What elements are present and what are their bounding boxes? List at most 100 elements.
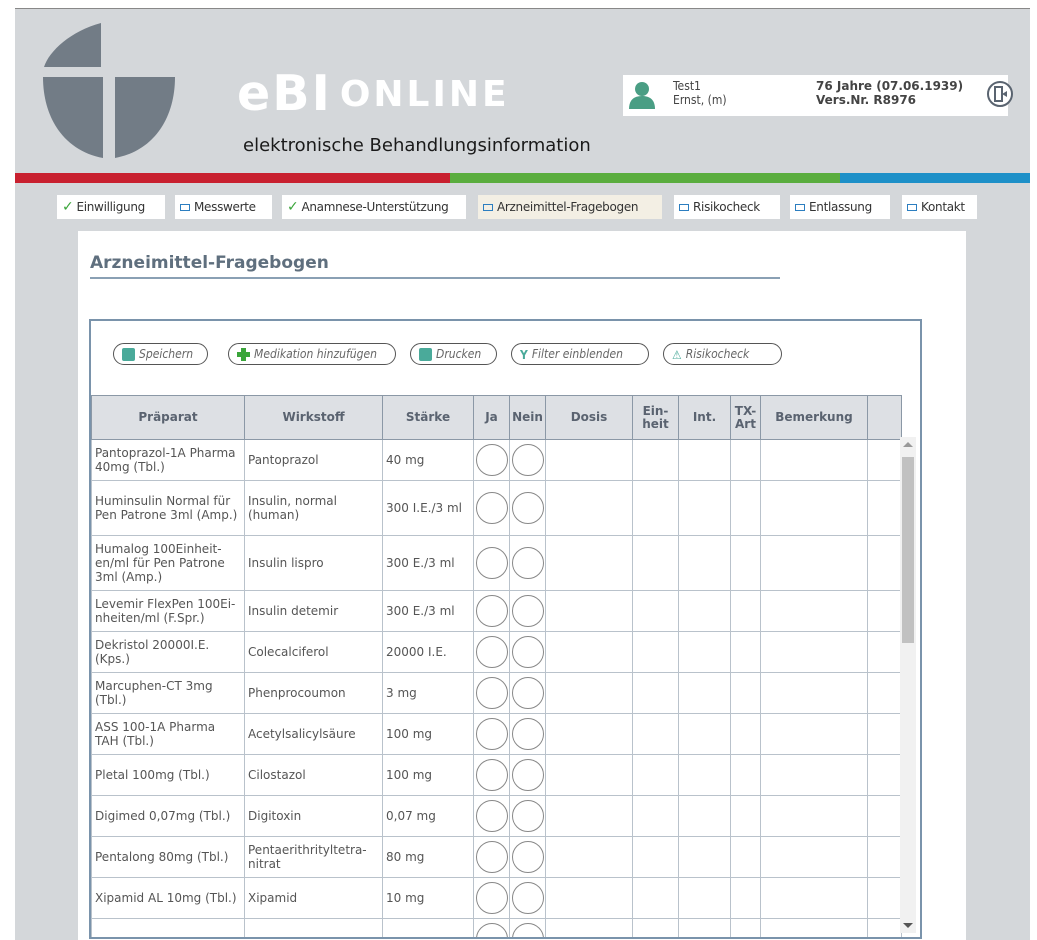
cell-einheit[interactable] bbox=[632, 795, 679, 837]
cell-tx-art[interactable] bbox=[730, 480, 761, 536]
cell-tx-art[interactable] bbox=[730, 836, 761, 878]
cell-dosis[interactable] bbox=[545, 631, 633, 673]
radio-nein[interactable] bbox=[511, 492, 544, 524]
tab-messwerte[interactable]: Messwerte bbox=[175, 195, 272, 219]
cell-tx-art[interactable] bbox=[730, 713, 761, 755]
cell-bemerkung[interactable] bbox=[760, 795, 868, 837]
cell-einheit[interactable] bbox=[632, 631, 679, 673]
tab-entlassung[interactable]: Entlassung bbox=[790, 195, 890, 219]
cell-tx-art[interactable] bbox=[730, 590, 761, 632]
cell-tx-art[interactable] bbox=[730, 631, 761, 673]
cell-einheit[interactable] bbox=[632, 754, 679, 796]
risk-check-button[interactable]: ⚠ Risikocheck bbox=[663, 343, 782, 365]
cell-dosis[interactable] bbox=[545, 439, 633, 481]
cell-einheit[interactable] bbox=[632, 672, 679, 714]
radio-nein[interactable] bbox=[511, 444, 544, 476]
radio-nein[interactable] bbox=[511, 718, 544, 750]
radio-ja[interactable] bbox=[475, 882, 508, 914]
cell-int[interactable] bbox=[678, 836, 731, 878]
radio-ja[interactable] bbox=[475, 444, 508, 476]
cell-tx-art[interactable] bbox=[730, 535, 761, 591]
radio-nein[interactable] bbox=[511, 841, 544, 873]
print-button[interactable]: Drucken bbox=[410, 343, 497, 365]
radio-ja[interactable] bbox=[475, 492, 508, 524]
cell-bemerkung[interactable] bbox=[760, 631, 868, 673]
cell-int[interactable] bbox=[678, 631, 731, 673]
add-medication-button[interactable]: Medikation hinzufügen bbox=[228, 343, 396, 365]
cell-dosis[interactable] bbox=[545, 877, 633, 919]
cell-tx-art[interactable] bbox=[730, 918, 761, 937]
radio-ja[interactable] bbox=[475, 636, 508, 668]
cell-dosis[interactable] bbox=[545, 795, 633, 837]
cell-dosis[interactable] bbox=[545, 836, 633, 878]
radio-ja[interactable] bbox=[475, 547, 508, 579]
cell-tx-art[interactable] bbox=[730, 672, 761, 714]
cell-int[interactable] bbox=[678, 713, 731, 755]
cell-dosis[interactable] bbox=[545, 918, 633, 937]
radio-ja[interactable] bbox=[475, 677, 508, 709]
cell-bemerkung[interactable] bbox=[760, 877, 868, 919]
cell-einheit[interactable] bbox=[632, 877, 679, 919]
tab-einwilligung[interactable]: ✓ Einwilligung bbox=[57, 195, 165, 219]
radio-nein[interactable] bbox=[511, 759, 544, 791]
cell-dosis[interactable] bbox=[545, 672, 633, 714]
cell-dosis[interactable] bbox=[545, 754, 633, 796]
cell-int[interactable] bbox=[678, 877, 731, 919]
scrollbar-thumb[interactable] bbox=[902, 457, 914, 643]
radio-nein[interactable] bbox=[511, 677, 544, 709]
col-praeparat[interactable]: Präparat bbox=[91, 395, 245, 440]
cell-int[interactable] bbox=[678, 439, 731, 481]
cell-tx-art[interactable] bbox=[730, 754, 761, 796]
table-scrollbar[interactable] bbox=[900, 437, 916, 933]
cell-bemerkung[interactable] bbox=[760, 590, 868, 632]
col-staerke[interactable]: Stärke bbox=[382, 395, 474, 440]
cell-bemerkung[interactable] bbox=[760, 754, 868, 796]
cell-int[interactable] bbox=[678, 754, 731, 796]
cell-bemerkung[interactable] bbox=[760, 480, 868, 536]
radio-nein[interactable] bbox=[511, 636, 544, 668]
cell-int[interactable] bbox=[678, 590, 731, 632]
cell-dosis[interactable] bbox=[545, 535, 633, 591]
scroll-down-icon[interactable] bbox=[903, 923, 913, 928]
radio-ja[interactable] bbox=[475, 841, 508, 873]
filter-button[interactable]: Y Filter einblenden bbox=[511, 343, 649, 365]
cell-dosis[interactable] bbox=[545, 590, 633, 632]
cell-einheit[interactable] bbox=[632, 590, 679, 632]
radio-nein[interactable] bbox=[511, 882, 544, 914]
cell-int[interactable] bbox=[678, 480, 731, 536]
cell-int[interactable] bbox=[678, 672, 731, 714]
radio-nein[interactable] bbox=[511, 547, 544, 579]
cell-bemerkung[interactable] bbox=[760, 439, 868, 481]
tab-arzneimittel[interactable]: Arzneimittel-Fragebogen bbox=[478, 195, 662, 219]
cell-tx-art[interactable] bbox=[730, 877, 761, 919]
radio-nein[interactable] bbox=[511, 800, 544, 832]
cell-einheit[interactable] bbox=[632, 439, 679, 481]
cell-einheit[interactable] bbox=[632, 480, 679, 536]
cell-bemerkung[interactable] bbox=[760, 713, 868, 755]
cell-einheit[interactable] bbox=[632, 836, 679, 878]
radio-nein[interactable] bbox=[511, 923, 544, 937]
tab-kontakt[interactable]: Kontakt bbox=[902, 195, 977, 219]
radio-ja[interactable] bbox=[475, 923, 508, 937]
cell-einheit[interactable] bbox=[632, 713, 679, 755]
cell-einheit[interactable] bbox=[632, 918, 679, 937]
save-button[interactable]: Speichern bbox=[113, 343, 208, 365]
radio-ja[interactable] bbox=[475, 800, 508, 832]
radio-ja[interactable] bbox=[475, 759, 508, 791]
cell-bemerkung[interactable] bbox=[760, 836, 868, 878]
cell-dosis[interactable] bbox=[545, 713, 633, 755]
radio-ja[interactable] bbox=[475, 718, 508, 750]
logout-button[interactable] bbox=[987, 81, 1013, 107]
cell-bemerkung[interactable] bbox=[760, 918, 868, 937]
cell-bemerkung[interactable] bbox=[760, 672, 868, 714]
cell-bemerkung[interactable] bbox=[760, 535, 868, 591]
cell-tx-art[interactable] bbox=[730, 439, 761, 481]
cell-einheit[interactable] bbox=[632, 535, 679, 591]
cell-int[interactable] bbox=[678, 918, 731, 937]
cell-int[interactable] bbox=[678, 795, 731, 837]
col-wirkstoff[interactable]: Wirkstoff bbox=[244, 395, 383, 440]
cell-int[interactable] bbox=[678, 535, 731, 591]
cell-tx-art[interactable] bbox=[730, 795, 761, 837]
cell-dosis[interactable] bbox=[545, 480, 633, 536]
tab-anamnese[interactable]: ✓ Anamnese-Unterstützung bbox=[282, 195, 466, 219]
